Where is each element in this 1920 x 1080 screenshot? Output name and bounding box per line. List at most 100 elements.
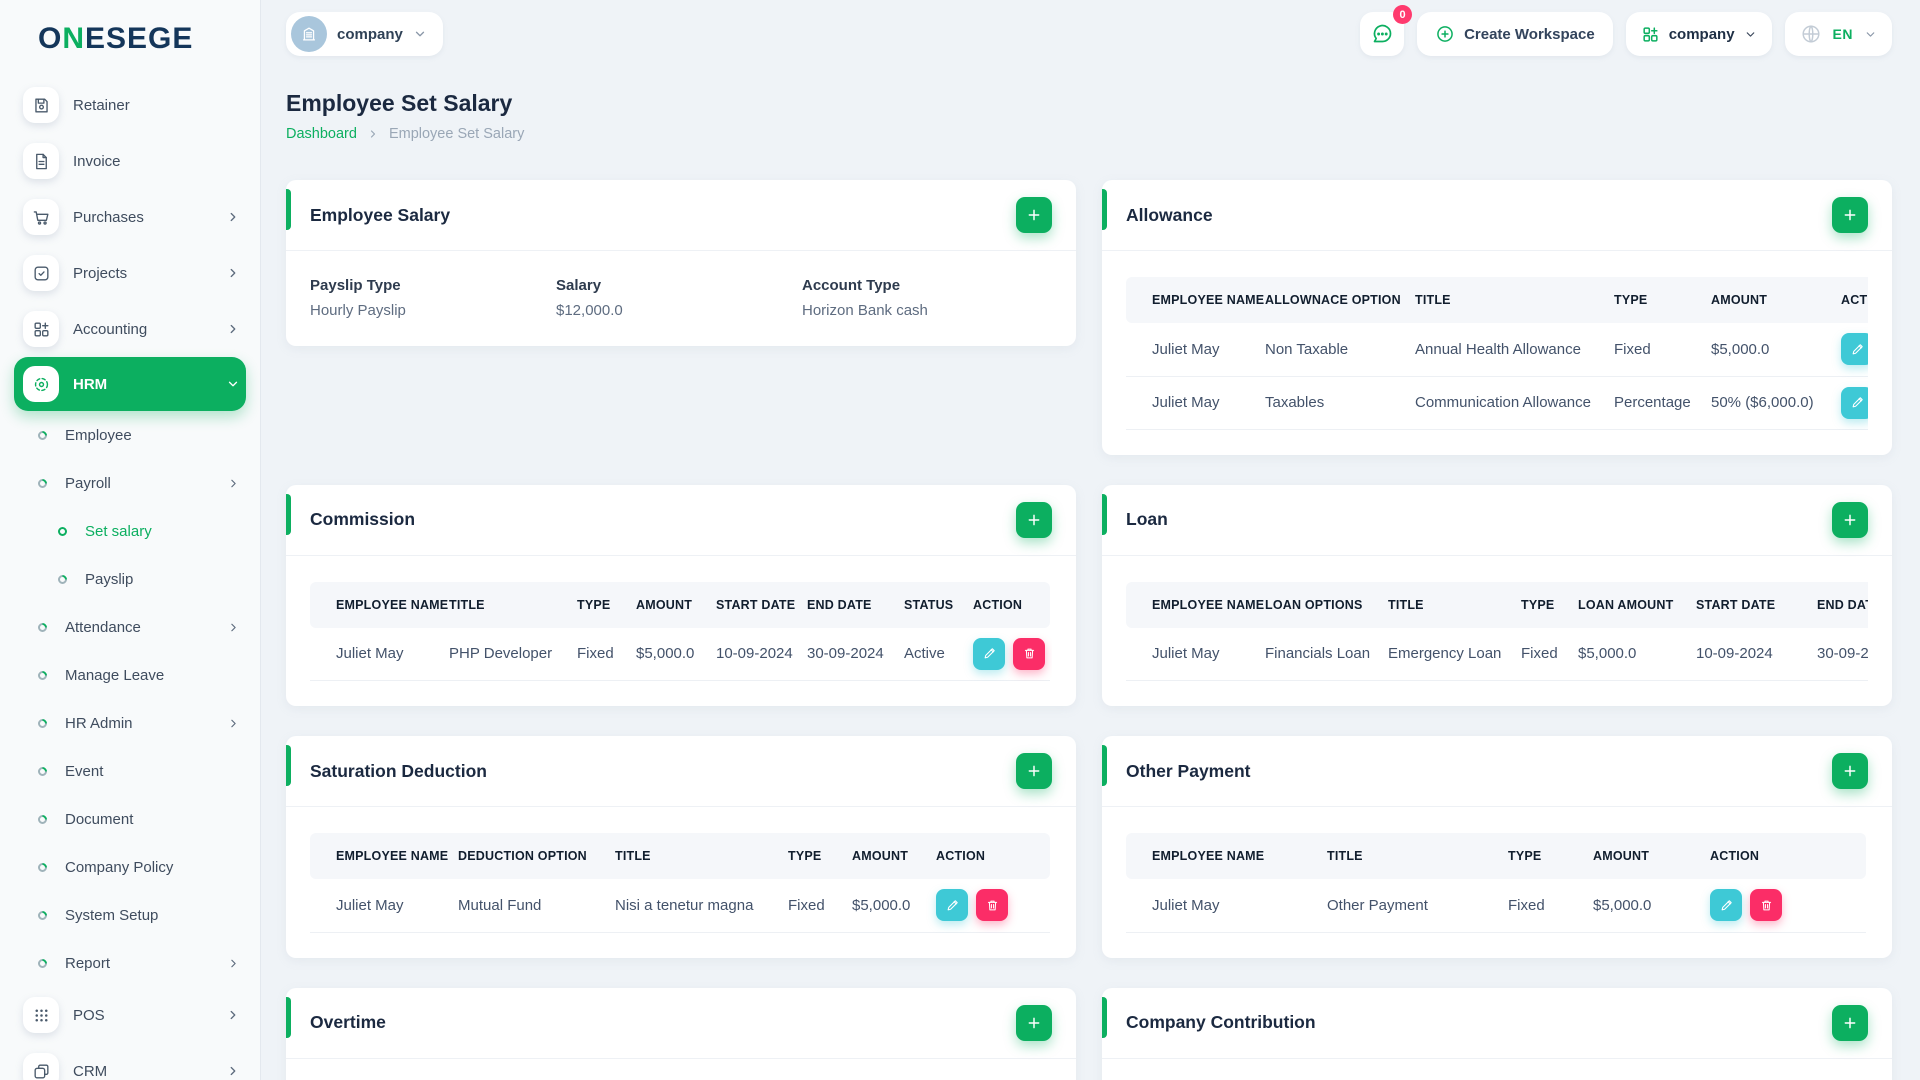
cell-employee-name: Juliet May [310, 627, 436, 681]
cell-employee-name: Juliet May [1126, 323, 1252, 377]
table-header-row: EMPLOYEE NAME LOAN OPTIONS TITLE TYPE LO… [1126, 581, 1868, 628]
hrm-target-icon [23, 366, 59, 402]
pencil-icon [982, 646, 997, 661]
chevron-right-icon [227, 717, 240, 730]
delete-button[interactable] [1750, 889, 1782, 922]
messages-button[interactable]: 0 [1360, 5, 1413, 56]
company-selector[interactable]: company [286, 12, 443, 56]
sidebar-item-label: Document [65, 810, 134, 828]
add-other-payment-button[interactable] [1832, 753, 1868, 789]
chevron-right-icon [226, 1008, 240, 1022]
edit-button[interactable] [973, 637, 1005, 670]
sidebar-item-pos[interactable]: POS [14, 987, 246, 1043]
chevron-right-icon [227, 621, 240, 634]
field-label: Payslip Type [310, 277, 401, 294]
card-body [1102, 1059, 1892, 1080]
sidebar-item-report[interactable]: Report [14, 939, 246, 987]
delete-button[interactable] [1013, 637, 1045, 670]
sidebar: O N ESEGE Retainer Invoice Purchases Pro… [0, 0, 260, 1080]
add-company-contribution-button[interactable] [1832, 1004, 1868, 1041]
loan-table: EMPLOYEE NAME LOAN OPTIONS TITLE TYPE LO… [1126, 581, 1868, 681]
sidebar-item-payslip[interactable]: Payslip [14, 555, 246, 603]
bullet-icon [36, 908, 49, 922]
sidebar-item-company-policy[interactable]: Company Policy [14, 843, 246, 891]
sidebar-item-document[interactable]: Document [14, 795, 246, 843]
breadcrumb-dashboard-link[interactable]: Dashboard [286, 126, 357, 142]
saturation-deduction-card: Saturation Deduction EMPLOYEE NAME DEDUC… [286, 736, 1076, 958]
pencil-icon [1850, 395, 1865, 410]
bullet-icon [36, 428, 49, 442]
column-header: EMPLOYEE NAME [310, 581, 448, 628]
cell-title: Communication Allowance [1402, 376, 1601, 430]
cell-amount: $5,000.0 [1698, 323, 1828, 377]
column-header: START DATE [1683, 581, 1804, 628]
add-commission-button[interactable] [1016, 501, 1052, 538]
add-allowance-button[interactable] [1832, 197, 1868, 233]
purchases-cart-icon [23, 199, 59, 235]
field-account-type: Account Type Horizon Bank cash [802, 277, 1052, 319]
plus-icon [1842, 207, 1858, 223]
table-header-row: EMPLOYEE NAME TITLE TYPE AMOUNT START DA… [310, 581, 1050, 628]
sidebar-item-invoice[interactable]: Invoice [14, 133, 246, 189]
card-header: Allowance [1102, 180, 1892, 251]
card-title: Commission [310, 509, 416, 529]
chevron-right-icon [226, 210, 240, 224]
sidebar-item-purchases[interactable]: Purchases [14, 189, 246, 245]
add-loan-button[interactable] [1832, 501, 1868, 538]
cell-amount: 50% ($6,000.0) [1698, 376, 1828, 430]
sidebar-item-manage-leave[interactable]: Manage Leave [14, 651, 246, 699]
column-header: ACTION [960, 581, 1050, 628]
chevron-right-icon [367, 128, 379, 140]
bullet-icon [36, 620, 49, 634]
sidebar-item-payroll[interactable]: Payroll [14, 459, 246, 507]
cell-title: Other Payment [1314, 879, 1495, 933]
column-header: END DATE [794, 581, 891, 628]
edit-button[interactable] [1841, 333, 1868, 366]
sidebar-item-retainer[interactable]: Retainer [14, 77, 246, 133]
cell-end-date: 30-09-2024 [1804, 627, 1868, 681]
sidebar-item-event[interactable]: Event [14, 747, 246, 795]
sidebar-item-label: Company Policy [65, 858, 174, 876]
sidebar-item-label: CRM [73, 1062, 108, 1080]
delete-button[interactable] [976, 889, 1008, 922]
cell-type: Fixed [1508, 627, 1565, 681]
add-overtime-button[interactable] [1016, 1004, 1052, 1041]
sidebar-item-crm[interactable]: CRM [14, 1043, 246, 1080]
cell-loan-option: Financials Loan [1252, 627, 1375, 681]
brand-logo[interactable]: O N ESEGE [0, 0, 260, 77]
cell-title: Nisi a tenetur magna [602, 879, 775, 933]
edit-button[interactable] [1710, 889, 1742, 922]
sidebar-item-label: Purchases [73, 208, 144, 226]
chevron-down-icon [1744, 28, 1757, 41]
company-selector-label: company [337, 25, 403, 43]
sidebar-item-projects[interactable]: Projects [14, 245, 246, 301]
create-workspace-button[interactable]: Create Workspace [1417, 12, 1613, 56]
sidebar-item-label: Retainer [73, 96, 130, 114]
language-selector[interactable]: EN [1784, 12, 1892, 56]
cell-employee-name: Juliet May [310, 879, 445, 933]
plus-icon [1026, 1015, 1042, 1031]
edit-button[interactable] [936, 889, 968, 922]
bullet-icon [36, 860, 49, 874]
sidebar-item-hrm[interactable]: HRM [14, 357, 246, 411]
sidebar-item-label: POS [73, 1006, 105, 1024]
sidebar-item-label: Payroll [65, 474, 111, 492]
add-saturation-deduction-button[interactable] [1016, 753, 1052, 789]
plus-icon [1842, 512, 1858, 528]
sidebar-item-attendance[interactable]: Attendance [14, 603, 246, 651]
workspace-grid-icon [1641, 25, 1660, 44]
chevron-right-icon [227, 477, 240, 490]
sidebar-item-employee[interactable]: Employee [14, 411, 246, 459]
sidebar-item-accounting[interactable]: Accounting [14, 301, 246, 357]
sidebar-item-set-salary[interactable]: Set salary [14, 507, 246, 555]
sidebar-item-hr-admin[interactable]: HR Admin [14, 699, 246, 747]
edit-button[interactable] [1841, 386, 1868, 419]
sidebar-item-system-setup[interactable]: System Setup [14, 891, 246, 939]
logo-text-pre: O [38, 21, 63, 55]
add-employee-salary-button[interactable] [1016, 197, 1052, 233]
column-header: TITLE [436, 581, 564, 628]
column-header: STATUS [891, 581, 960, 628]
commission-table: EMPLOYEE NAME TITLE TYPE AMOUNT START DA… [310, 581, 1052, 681]
table-row: Juliet May Taxables Communication Allowa… [1126, 376, 1868, 430]
workspace-selector[interactable]: company [1625, 12, 1772, 56]
